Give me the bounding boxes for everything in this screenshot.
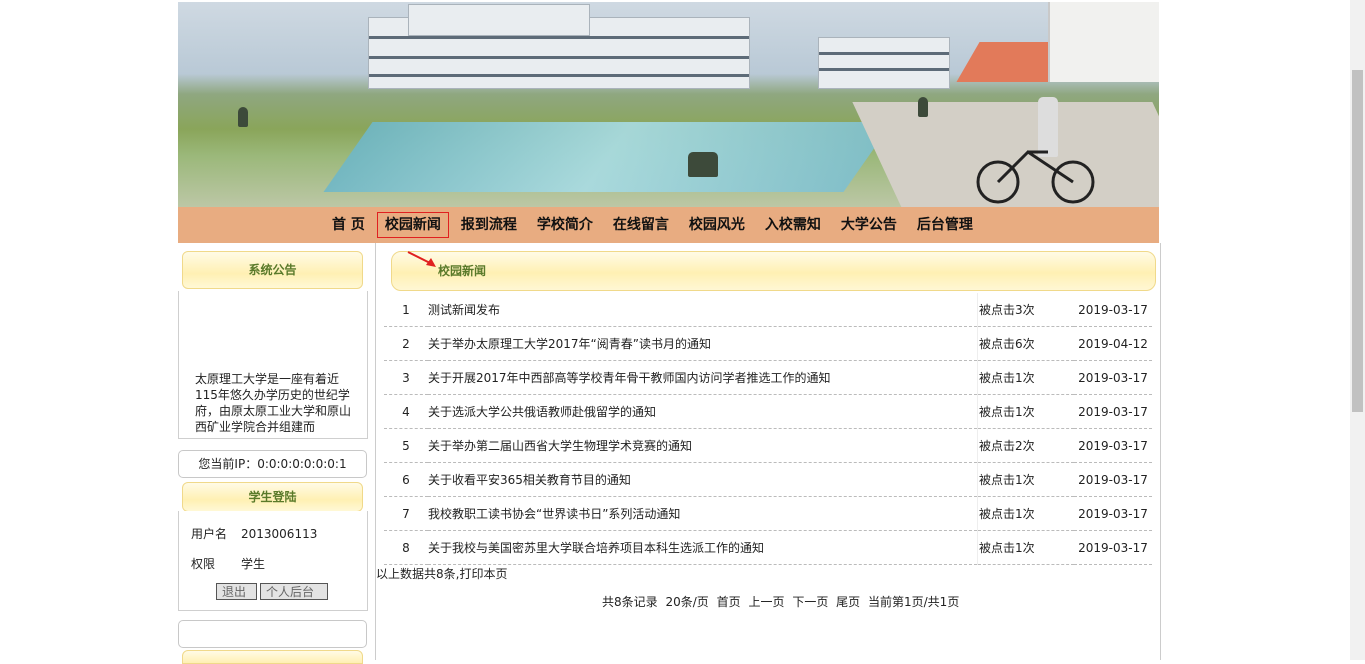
news-row: 5 关于举办第二届山西省大学生物理学术竞赛的通知 被点击2次 2019-03-17 — [384, 428, 1152, 463]
news-section-header: 校园新闻 — [391, 251, 1156, 291]
news-title-link[interactable]: 关于选派大学公共俄语教师赴俄留学的通知 — [428, 394, 978, 429]
nav-home[interactable]: 首 页 — [322, 207, 375, 243]
nav-campus-scenery[interactable]: 校园风光 — [679, 207, 755, 243]
news-date: 2019-03-17 — [1074, 530, 1152, 565]
news-date: 2019-04-12 — [1074, 326, 1152, 361]
news-row: 3 关于开展2017年中西部高等学校青年骨干教师国内访问学者推选工作的通知 被点击1… — [384, 360, 1152, 395]
logout-button[interactable]: 退出 — [216, 583, 257, 600]
news-hits: 被点击3次 — [977, 293, 1074, 327]
news-number: 8 — [384, 530, 428, 565]
role-row: 权限 学生 — [191, 555, 265, 572]
nav-campus-news[interactable]: 校园新闻 — [375, 210, 451, 240]
news-title-link[interactable]: 关于举办太原理工大学2017年“阅青春”读书月的通知 — [428, 326, 978, 361]
campus-banner-image — [178, 2, 1159, 207]
news-date: 2019-03-17 — [1074, 428, 1152, 463]
pager-next[interactable]: 下一页 — [792, 595, 828, 609]
news-table: 1 测试新闻发布 被点击3次 2019-03-17 2 关于举办太原理工大学2017年“阅… — [384, 293, 1152, 565]
pager-last[interactable]: 尾页 — [836, 595, 860, 609]
page-scrollbar[interactable] — [1350, 0, 1365, 660]
news-row: 7 我校教职工读书协会“世界读书日”系列活动通知 被点击1次 2019-03-17 — [384, 496, 1152, 531]
news-number: 7 — [384, 496, 428, 531]
nav-online-message[interactable]: 在线留言 — [603, 207, 679, 243]
nav-university-notices[interactable]: 大学公告 — [831, 207, 907, 243]
role-label: 权限 — [191, 557, 216, 571]
news-row: 1 测试新闻发布 被点击3次 2019-03-17 — [384, 293, 1152, 327]
next-section-header — [182, 650, 363, 664]
news-number: 6 — [384, 462, 428, 497]
news-date: 2019-03-17 — [1074, 496, 1152, 531]
news-number: 1 — [384, 293, 428, 327]
role-value: 学生 — [241, 557, 266, 571]
news-date: 2019-03-17 — [1074, 293, 1152, 327]
school-intro-text: 太原理工大学是一座有着近115年悠久办学历史的世纪学府，由原太原工业大学和原山西… — [195, 372, 352, 433]
pager-first[interactable]: 首页 — [717, 595, 741, 609]
news-title-link[interactable]: 关于收看平安365相关教育节目的通知 — [428, 462, 978, 497]
news-row: 4 关于选派大学公共俄语教师赴俄留学的通知 被点击1次 2019-03-17 — [384, 394, 1152, 429]
username-label: 用户名 — [191, 527, 228, 541]
username-row: 用户名 2013006113 — [191, 525, 317, 542]
nav-registration-process[interactable]: 报到流程 — [451, 207, 527, 243]
news-number: 5 — [384, 428, 428, 463]
news-date: 2019-03-17 — [1074, 360, 1152, 395]
news-section-title: 校园新闻 — [438, 264, 487, 278]
news-number: 2 — [384, 326, 428, 361]
news-title-link[interactable]: 关于我校与美国密苏里大学联合培养项目本科生选派工作的通知 — [428, 530, 978, 565]
news-date: 2019-03-17 — [1074, 462, 1152, 497]
dashboard-button[interactable]: 个人后台 — [260, 583, 328, 600]
news-title-link[interactable]: 测试新闻发布 — [428, 293, 978, 327]
pager-prev[interactable]: 上一页 — [748, 595, 784, 609]
news-row: 6 关于收看平安365相关教育节目的通知 被点击1次 2019-03-17 — [384, 462, 1152, 497]
news-hits: 被点击1次 — [977, 462, 1074, 497]
ip-display: 您当前IP：0:0:0:0:0:0:0:1 — [178, 450, 367, 478]
record-summary-print[interactable]: 以上数据共8条,打印本页 — [376, 565, 507, 582]
main-nav: 首 页 校园新闻 报到流程 学校简介 在线留言 校园风光 入校需知 大学公告 后… — [178, 207, 1159, 243]
left-sidebar: 系统公告 太原理工大学是一座有着近115年悠久办学历史的世纪学府，由原太原工业大… — [178, 243, 368, 664]
news-title-link[interactable]: 我校教职工读书协会“世界读书日”系列活动通知 — [428, 496, 978, 531]
pagination: 共8条记录 20条/页 首页 上一页 下一页 尾页 当前第1页/共1页 — [602, 593, 963, 610]
news-hits: 被点击1次 — [977, 394, 1074, 429]
announcement-title: 系统公告 — [248, 263, 297, 277]
login-header: 学生登陆 — [182, 482, 363, 512]
username-value: 2013006113 — [241, 527, 318, 541]
news-title-link[interactable]: 关于开展2017年中西部高等学校青年骨干教师国内访问学者推选工作的通知 — [428, 360, 978, 395]
nav-enrollment-notes[interactable]: 入校需知 — [755, 207, 831, 243]
news-hits: 被点击2次 — [977, 428, 1074, 463]
nav-school-intro[interactable]: 学校简介 — [527, 207, 603, 243]
news-row: 2 关于举办太原理工大学2017年“阅青春”读书月的通知 被点击6次 2019-04-… — [384, 326, 1152, 361]
news-date: 2019-03-17 — [1074, 394, 1152, 429]
news-hits: 被点击1次 — [977, 496, 1074, 531]
empty-panel — [178, 620, 367, 648]
main-content: 校园新闻 1 测试新闻发布 被点击3次 2019-03-17 2 关于举办太原理工大学20… — [375, 243, 1161, 660]
red-arrow-icon — [407, 251, 436, 267]
news-number: 4 — [384, 394, 428, 429]
announcement-box: 太原理工大学是一座有着近115年悠久办学历史的世纪学府，由原太原工业大学和原山西… — [178, 291, 368, 439]
page-wrapper: 首 页 校园新闻 报到流程 学校简介 在线留言 校园风光 入校需知 大学公告 后… — [178, 0, 1161, 664]
news-hits: 被点击1次 — [977, 530, 1074, 565]
pager-current: 当前第1页/共1页 — [868, 595, 960, 609]
login-title: 学生登陆 — [248, 490, 297, 504]
pager-total: 共8条记录 — [602, 595, 658, 609]
news-hits: 被点击1次 — [977, 360, 1074, 395]
nav-admin[interactable]: 后台管理 — [907, 207, 983, 243]
news-number: 3 — [384, 360, 428, 395]
pager-per-page: 20条/页 — [665, 595, 709, 609]
scrollbar-thumb[interactable] — [1352, 70, 1363, 412]
news-hits: 被点击6次 — [977, 326, 1074, 361]
news-title-link[interactable]: 关于举办第二届山西省大学生物理学术竞赛的通知 — [428, 428, 978, 463]
announcement-header: 系统公告 — [182, 251, 363, 289]
news-row: 8 关于我校与美国密苏里大学联合培养项目本科生选派工作的通知 被点击1次 2019-0… — [384, 530, 1152, 565]
